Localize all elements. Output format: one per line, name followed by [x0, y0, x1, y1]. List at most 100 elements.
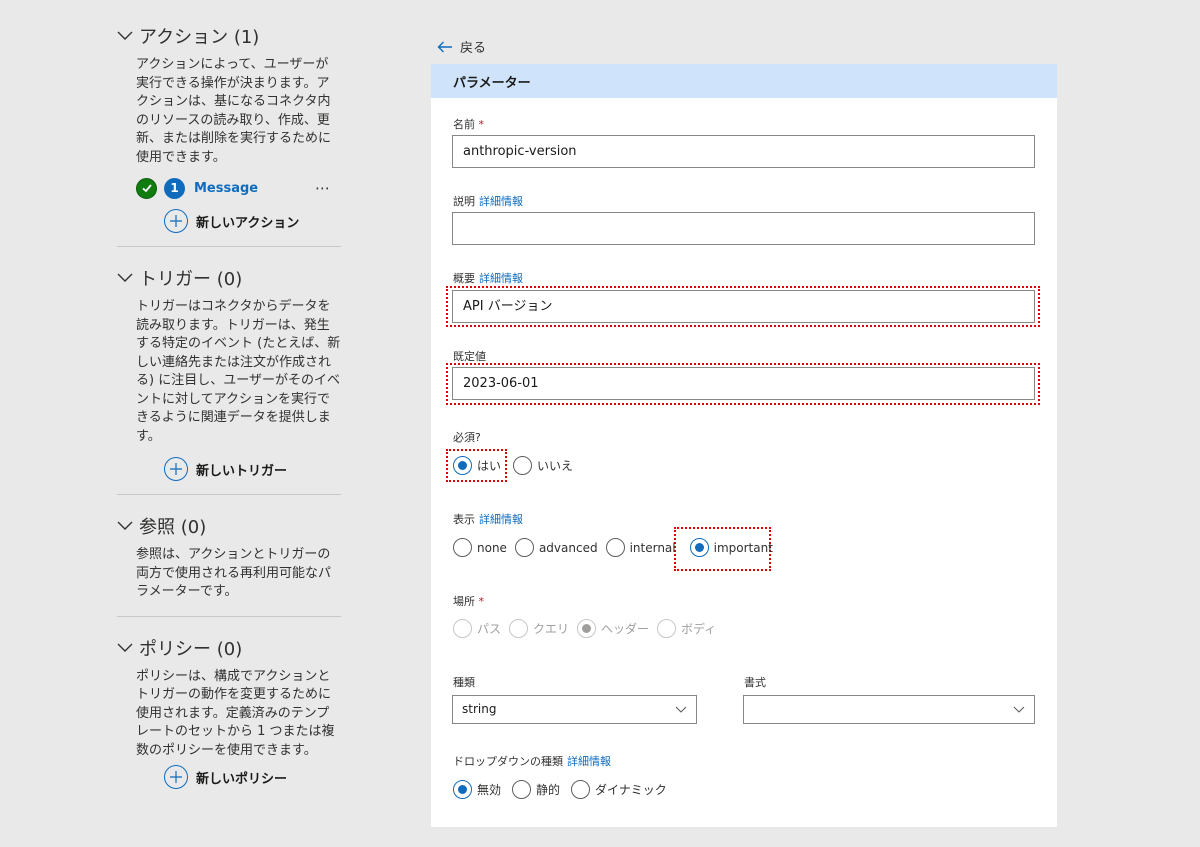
- radio-unselected-icon: [605, 538, 625, 557]
- radio-unselected-icon: [513, 456, 533, 475]
- radio-selected-icon: [453, 456, 472, 475]
- plus-circle-icon: [164, 765, 188, 789]
- visibility-learn-more-link[interactable]: 詳細情報: [479, 513, 523, 526]
- more-options-icon[interactable]: ⋯: [315, 179, 331, 197]
- location-path-label: パス: [477, 622, 502, 636]
- new-trigger-label: 新しいトリガー: [196, 463, 288, 479]
- visibility-radio-group: none advanced internal important: [453, 538, 781, 557]
- visibility-label-text: 表示: [453, 513, 475, 526]
- back-label: 戻る: [460, 41, 487, 56]
- action-name-link[interactable]: Message: [194, 181, 258, 196]
- required-no-label: いいえ: [537, 459, 574, 473]
- new-action-label: 新しいアクション: [196, 215, 300, 231]
- section-divider: [117, 615, 341, 617]
- required-label: 必須?: [453, 431, 481, 444]
- policies-title: ポリシー (0): [139, 638, 243, 660]
- location-label: 場所 *: [453, 593, 484, 609]
- radio-selected-icon: [689, 538, 709, 557]
- location-label-text: 場所: [453, 595, 475, 608]
- actions-title: アクション (1): [139, 27, 260, 48]
- panel-header: パラメーター: [431, 64, 1057, 98]
- references-title: 参照 (0): [139, 517, 207, 538]
- required-asterisk: *: [478, 118, 485, 131]
- default-value-input[interactable]: 2023-06-01: [452, 367, 1035, 400]
- radio-unselected-icon: [453, 538, 472, 557]
- summary-learn-more-link[interactable]: 詳細情報: [479, 272, 523, 285]
- radio-disabled-icon: [657, 619, 677, 638]
- summary-label-text: 概要: [453, 272, 475, 285]
- required-radio-group: はい いいえ: [453, 456, 581, 475]
- chevron-down-icon: [117, 643, 133, 652]
- required-yes-label: はい: [477, 459, 502, 473]
- triggers-description: トリガーはコネクタからデータを読み取ります。トリガーは、発生する特定のイベント …: [136, 299, 341, 444]
- checkmark-icon: [136, 177, 157, 199]
- left-sidebar: アクション (1) アクションによって、ユーザーが実行できる操作が決まります。ア…: [117, 18, 341, 790]
- policies-section-header[interactable]: ポリシー (0): [117, 630, 341, 666]
- required-yes-radio[interactable]: はい: [453, 456, 501, 475]
- radio-disabled-icon: [509, 619, 529, 638]
- policies-section: ポリシー (0) ポリシーは、構成でアクションとトリガーの動作を変更するために使…: [117, 630, 341, 791]
- summary-input[interactable]: API バージョン: [452, 290, 1035, 323]
- visibility-important-radio[interactable]: important: [689, 538, 773, 557]
- description-learn-more-link[interactable]: 詳細情報: [479, 195, 523, 208]
- arrow-left-icon: [437, 41, 452, 52]
- dropdown-disabled-label: 無効: [477, 783, 502, 797]
- visibility-none-radio[interactable]: none: [453, 538, 507, 557]
- actions-section-header[interactable]: アクション (1): [117, 18, 341, 54]
- references-section: 参照 (0) 参照は、アクションとトリガーの両方で使用される再利用可能なパラメー…: [117, 508, 341, 602]
- format-label: 書式: [744, 676, 766, 689]
- visibility-advanced-radio[interactable]: advanced: [514, 538, 598, 557]
- policies-description: ポリシーは、構成でアクションとトリガーの動作を変更するために使用されます。定義済…: [136, 668, 335, 758]
- triggers-section: トリガー (0) トリガーはコネクタからデータを読み取ります。トリガーは、発生す…: [117, 260, 341, 482]
- triggers-section-header[interactable]: トリガー (0): [117, 260, 341, 296]
- description-input[interactable]: [452, 212, 1035, 245]
- location-radio-group: パス クエリ ヘッダー ボディ: [453, 619, 724, 638]
- dropdown-dynamic-radio[interactable]: ダイナミック: [571, 780, 667, 799]
- section-divider: [117, 246, 341, 247]
- new-policy-label: 新しいポリシー: [196, 771, 288, 787]
- visibility-none-label: none: [477, 540, 507, 555]
- parameter-panel: パラメーター 名前 * anthropic-version 説明 詳細情報 概要詳…: [431, 64, 1057, 827]
- name-input[interactable]: anthropic-version: [452, 135, 1035, 168]
- actions-section: アクション (1) アクションによって、ユーザーが実行できる操作が決まります。ア…: [117, 18, 341, 234]
- plus-circle-icon: [164, 209, 188, 233]
- required-no-radio[interactable]: いいえ: [513, 456, 573, 475]
- dropdown-type-learn-more-link[interactable]: 詳細情報: [567, 755, 611, 768]
- new-trigger-button[interactable]: 新しいトリガー: [164, 456, 341, 482]
- action-item-message[interactable]: 1 Message ⋯: [136, 177, 341, 199]
- location-query-radio: クエリ: [509, 619, 569, 638]
- dropdown-dynamic-label: ダイナミック: [595, 783, 667, 797]
- visibility-advanced-label: advanced: [538, 540, 598, 555]
- location-body-radio: ボディ: [657, 619, 716, 638]
- dropdown-type-label: ドロップダウンの種類 詳細情報: [453, 753, 611, 769]
- plus-circle-icon: [164, 457, 188, 481]
- summary-label: 概要 詳細情報: [453, 270, 523, 286]
- actions-description: アクションによって、ユーザーが実行できる操作が決まります。アクションは、基になる…: [136, 57, 332, 165]
- location-header-radio: ヘッダー: [577, 619, 649, 638]
- back-button[interactable]: 戻る: [437, 37, 486, 56]
- references-description: 参照は、アクションとトリガーの両方で使用される再利用可能なパラメーターです。: [136, 547, 332, 599]
- chevron-down-icon: [675, 706, 687, 713]
- chevron-down-icon: [117, 31, 133, 40]
- triggers-title: トリガー (0): [139, 269, 243, 290]
- visibility-label: 表示 詳細情報: [453, 511, 523, 527]
- dropdown-disabled-radio[interactable]: 無効: [453, 780, 501, 799]
- chevron-down-icon: [117, 521, 133, 530]
- visibility-internal-radio[interactable]: internal: [605, 538, 676, 557]
- location-body-label: ボディ: [681, 622, 717, 636]
- required-asterisk: *: [478, 595, 485, 608]
- dropdown-static-radio[interactable]: 静的: [512, 780, 560, 799]
- type-select[interactable]: string: [452, 695, 697, 724]
- format-select[interactable]: [743, 695, 1035, 724]
- action-number-badge: 1: [164, 177, 185, 199]
- new-action-button[interactable]: 新しいアクション: [164, 208, 341, 234]
- dropdown-type-radio-group: 無効 静的 ダイナミック: [453, 780, 675, 799]
- type-select-value: string: [462, 702, 497, 716]
- radio-unselected-icon: [514, 538, 534, 557]
- chevron-down-icon: [1013, 706, 1025, 713]
- references-section-header[interactable]: 参照 (0): [117, 508, 341, 544]
- description-label: 説明 詳細情報: [453, 193, 523, 209]
- location-path-radio: パス: [453, 619, 501, 638]
- new-policy-button[interactable]: 新しいポリシー: [164, 764, 341, 790]
- dropdown-static-label: 静的: [536, 783, 561, 797]
